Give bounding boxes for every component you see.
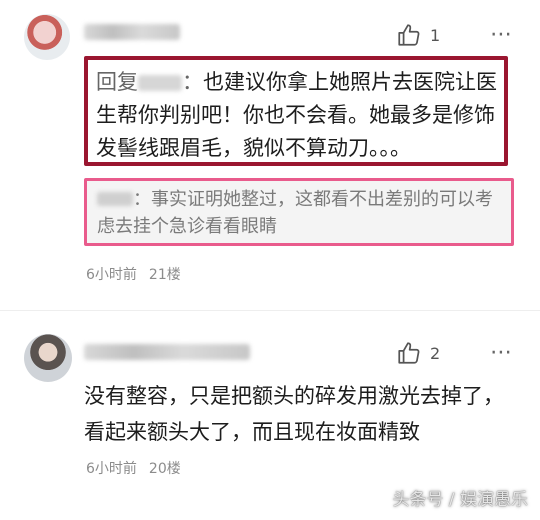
comment-floor: 20楼 — [148, 461, 181, 477]
avatar[interactable] — [24, 14, 70, 60]
like-button[interactable]: 1 — [396, 22, 440, 48]
like-button[interactable]: 2 — [396, 340, 440, 366]
thumbs-up-icon — [398, 342, 420, 364]
quoted-username-blurred — [97, 192, 133, 206]
more-options-icon[interactable]: ⋯ — [490, 340, 513, 365]
like-count: 2 — [430, 343, 441, 363]
comment-meta: 6小时前 21楼 — [86, 264, 181, 284]
comment-meta: 6小时前 20楼 — [86, 458, 181, 478]
more-options-icon[interactable]: ⋯ — [490, 22, 513, 47]
reply-text: 回复 ：也建议你拿上她照片去医院让医生帮你判别吧！你也不会看。她最多是修饰发髻线跟… — [96, 70, 497, 160]
quoted-comment[interactable]: ：事实证明她整过，这都看不出差别的可以考虑去挂个急诊看看眼睛 — [84, 178, 514, 246]
quoted-text: ：事实证明她整过，这都看不出差别的可以考虑去挂个急诊看看眼睛 — [97, 189, 493, 237]
avatar[interactable] — [24, 334, 72, 382]
watermark: 头条号 / 娱演愚乐 — [392, 490, 528, 510]
reply-target-blurred[interactable] — [138, 75, 182, 91]
comment-time: 6小时前 — [86, 267, 137, 283]
like-count: 1 — [430, 25, 441, 45]
comment-time: 6小时前 — [86, 461, 137, 477]
quoted-body: 事实证明她整过，这都看不出差别的可以考虑去挂个急诊看看眼睛 — [97, 189, 493, 237]
reply-prefix: 回复 — [96, 70, 138, 94]
username-blurred[interactable] — [84, 24, 180, 40]
thumbs-up-icon — [398, 24, 420, 46]
username-blurred[interactable] — [84, 344, 250, 360]
reply-highlight-box: 回复 ：也建议你拿上她照片去医院让医生帮你判别吧！你也不会看。她最多是修饰发髻线跟… — [84, 56, 508, 166]
divider — [0, 310, 540, 311]
comment-floor: 21楼 — [148, 267, 181, 283]
comment-text: 没有整容，只是把额头的碎发用激光去掉了，看起来额头大了，而且现在妆面精致 — [84, 384, 504, 444]
